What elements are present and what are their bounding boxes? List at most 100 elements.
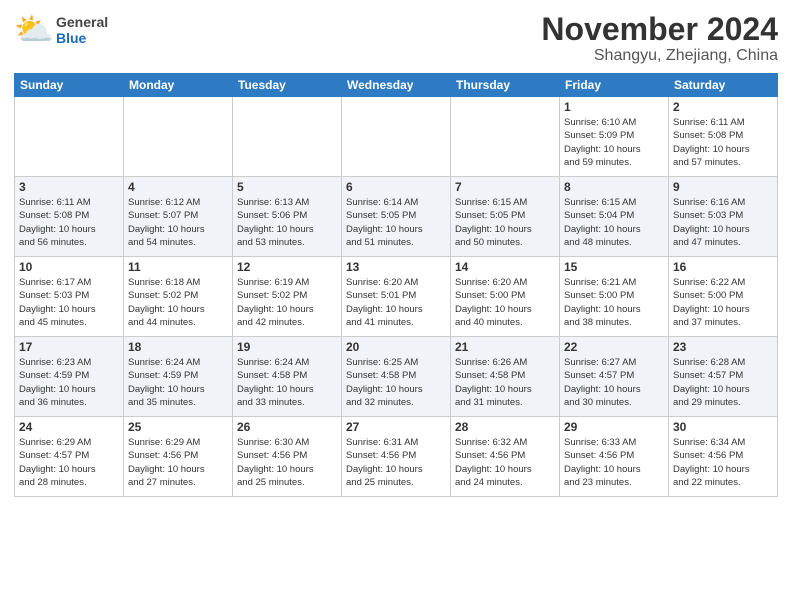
- calendar-cell: 3Sunrise: 6:11 AM Sunset: 5:08 PM Daylig…: [15, 177, 124, 257]
- week-row-3: 10Sunrise: 6:17 AM Sunset: 5:03 PM Dayli…: [15, 257, 778, 337]
- day-number: 10: [19, 260, 119, 274]
- month-title: November 2024: [541, 12, 778, 47]
- week-row-4: 17 Sunrise: 6:23 AM Sunset: 4:59 PM Dayli…: [15, 337, 778, 417]
- day-number: 15: [564, 260, 664, 274]
- weekday-header-saturday: Saturday: [669, 74, 778, 97]
- day-info: Sunrise: 6:29 AM Sunset: 4:57 PM Dayligh…: [19, 436, 119, 489]
- calendar-cell: 1 Sunrise: 6:10 AM Sunset: 5:09 PM Daylig…: [560, 97, 669, 177]
- day-number: 6: [346, 180, 446, 194]
- day-info: Sunrise: 6:13 AM Sunset: 5:06 PM Dayligh…: [237, 196, 337, 249]
- day-info: Sunrise: 6:12 AM Sunset: 5:07 PM Dayligh…: [128, 196, 228, 249]
- day-number: 4: [128, 180, 228, 194]
- calendar-cell: 2 Sunrise: 6:11 AM Sunset: 5:08 PM Daylig…: [669, 97, 778, 177]
- day-info: Sunrise: 6:23 AM Sunset: 4:59 PM Dayligh…: [19, 356, 119, 409]
- day-info: Sunrise: 6:33 AM Sunset: 4:56 PM Dayligh…: [564, 436, 664, 489]
- day-number: 1: [564, 100, 664, 114]
- day-info: Sunrise: 6:34 AM Sunset: 4:56 PM Dayligh…: [673, 436, 773, 489]
- calendar-cell: 20 Sunrise: 6:25 AM Sunset: 4:58 PM Dayli…: [342, 337, 451, 417]
- day-info: Sunrise: 6:15 AM Sunset: 5:04 PM Dayligh…: [564, 196, 664, 249]
- day-number: 2: [673, 100, 773, 114]
- day-number: 22: [564, 340, 664, 354]
- day-info: Sunrise: 6:22 AM Sunset: 5:00 PM Dayligh…: [673, 276, 773, 329]
- week-row-1: 1 Sunrise: 6:10 AM Sunset: 5:09 PM Daylig…: [15, 97, 778, 177]
- logo-blue: Blue: [56, 30, 86, 46]
- calendar-cell: 12 Sunrise: 6:19 AM Sunset: 5:02 PM Dayli…: [233, 257, 342, 337]
- logo-general: General: [56, 15, 108, 30]
- weekday-header-friday: Friday: [560, 74, 669, 97]
- day-number: 21: [455, 340, 555, 354]
- logo-icon: ⛅: [14, 12, 52, 50]
- calendar-cell: 17 Sunrise: 6:23 AM Sunset: 4:59 PM Dayli…: [15, 337, 124, 417]
- calendar-cell: [342, 97, 451, 177]
- calendar-cell: 18 Sunrise: 6:24 AM Sunset: 4:59 PM Dayli…: [124, 337, 233, 417]
- day-number: 23: [673, 340, 773, 354]
- day-number: 9: [673, 180, 773, 194]
- day-number: 8: [564, 180, 664, 194]
- day-info: Sunrise: 6:19 AM Sunset: 5:02 PM Dayligh…: [237, 276, 337, 329]
- calendar-cell: [233, 97, 342, 177]
- calendar-cell: 6Sunrise: 6:14 AM Sunset: 5:05 PM Daylig…: [342, 177, 451, 257]
- weekday-header-thursday: Thursday: [451, 74, 560, 97]
- svg-text:⛅: ⛅: [14, 12, 52, 47]
- day-info: Sunrise: 6:28 AM Sunset: 4:57 PM Dayligh…: [673, 356, 773, 409]
- calendar-cell: 5 Sunrise: 6:13 AM Sunset: 5:06 PM Daylig…: [233, 177, 342, 257]
- weekday-header-tuesday: Tuesday: [233, 74, 342, 97]
- calendar-cell: 25 Sunrise: 6:29 AM Sunset: 4:56 PM Dayli…: [124, 417, 233, 497]
- day-info: Sunrise: 6:11 AM Sunset: 5:08 PM Dayligh…: [673, 116, 773, 169]
- day-number: 11: [128, 260, 228, 274]
- weekday-header-wednesday: Wednesday: [342, 74, 451, 97]
- day-number: 14: [455, 260, 555, 274]
- day-info: Sunrise: 6:20 AM Sunset: 5:00 PM Dayligh…: [455, 276, 555, 329]
- day-info: Sunrise: 6:10 AM Sunset: 5:09 PM Dayligh…: [564, 116, 664, 169]
- day-info: Sunrise: 6:24 AM Sunset: 4:59 PM Dayligh…: [128, 356, 228, 409]
- calendar-cell: 19 Sunrise: 6:24 AM Sunset: 4:58 PM Dayli…: [233, 337, 342, 417]
- day-info: Sunrise: 6:26 AM Sunset: 4:58 PM Dayligh…: [455, 356, 555, 409]
- calendar-cell: 30 Sunrise: 6:34 AM Sunset: 4:56 PM Dayli…: [669, 417, 778, 497]
- calendar-cell: 22Sunrise: 6:27 AM Sunset: 4:57 PM Dayli…: [560, 337, 669, 417]
- day-info: Sunrise: 6:25 AM Sunset: 4:58 PM Dayligh…: [346, 356, 446, 409]
- day-number: 5: [237, 180, 337, 194]
- calendar-cell: 8 Sunrise: 6:15 AM Sunset: 5:04 PM Daylig…: [560, 177, 669, 257]
- day-number: 3: [19, 180, 119, 194]
- day-info: Sunrise: 6:31 AM Sunset: 4:56 PM Dayligh…: [346, 436, 446, 489]
- week-row-5: 24 Sunrise: 6:29 AM Sunset: 4:57 PM Dayli…: [15, 417, 778, 497]
- day-number: 16: [673, 260, 773, 274]
- day-number: 17: [19, 340, 119, 354]
- title-area: November 2024 Shangyu, Zhejiang, China: [541, 12, 778, 65]
- logo-text: General Blue: [56, 15, 108, 48]
- day-info: Sunrise: 6:21 AM Sunset: 5:00 PM Dayligh…: [564, 276, 664, 329]
- day-number: 12: [237, 260, 337, 274]
- day-info: Sunrise: 6:15 AM Sunset: 5:05 PM Dayligh…: [455, 196, 555, 249]
- weekday-header-sunday: Sunday: [15, 74, 124, 97]
- day-number: 24: [19, 420, 119, 434]
- page-container: ⛅ General Blue November 2024 Shangyu, Zh…: [0, 0, 792, 505]
- day-number: 25: [128, 420, 228, 434]
- calendar-cell: 10Sunrise: 6:17 AM Sunset: 5:03 PM Dayli…: [15, 257, 124, 337]
- calendar-cell: 27 Sunrise: 6:31 AM Sunset: 4:56 PM Dayli…: [342, 417, 451, 497]
- calendar-cell: 11 Sunrise: 6:18 AM Sunset: 5:02 PM Dayli…: [124, 257, 233, 337]
- day-info: Sunrise: 6:29 AM Sunset: 4:56 PM Dayligh…: [128, 436, 228, 489]
- day-info: Sunrise: 6:24 AM Sunset: 4:58 PM Dayligh…: [237, 356, 337, 409]
- day-number: 27: [346, 420, 446, 434]
- day-number: 19: [237, 340, 337, 354]
- day-number: 28: [455, 420, 555, 434]
- calendar-cell: 23 Sunrise: 6:28 AM Sunset: 4:57 PM Dayli…: [669, 337, 778, 417]
- calendar-cell: [15, 97, 124, 177]
- logo: ⛅ General Blue: [14, 12, 108, 50]
- day-number: 20: [346, 340, 446, 354]
- calendar-cell: 24 Sunrise: 6:29 AM Sunset: 4:57 PM Dayli…: [15, 417, 124, 497]
- calendar-cell: 7Sunrise: 6:15 AM Sunset: 5:05 PM Daylig…: [451, 177, 560, 257]
- day-number: 29: [564, 420, 664, 434]
- day-number: 30: [673, 420, 773, 434]
- calendar-cell: 15 Sunrise: 6:21 AM Sunset: 5:00 PM Dayli…: [560, 257, 669, 337]
- calendar-table: SundayMondayTuesdayWednesdayThursdayFrid…: [14, 73, 778, 497]
- calendar-cell: [124, 97, 233, 177]
- day-number: 13: [346, 260, 446, 274]
- day-number: 18: [128, 340, 228, 354]
- day-info: Sunrise: 6:18 AM Sunset: 5:02 PM Dayligh…: [128, 276, 228, 329]
- calendar-cell: 29 Sunrise: 6:33 AM Sunset: 4:56 PM Dayli…: [560, 417, 669, 497]
- calendar-cell: 4 Sunrise: 6:12 AM Sunset: 5:07 PM Daylig…: [124, 177, 233, 257]
- weekday-header-row: SundayMondayTuesdayWednesdayThursdayFrid…: [15, 74, 778, 97]
- day-info: Sunrise: 6:20 AM Sunset: 5:01 PM Dayligh…: [346, 276, 446, 329]
- day-info: Sunrise: 6:16 AM Sunset: 5:03 PM Dayligh…: [673, 196, 773, 249]
